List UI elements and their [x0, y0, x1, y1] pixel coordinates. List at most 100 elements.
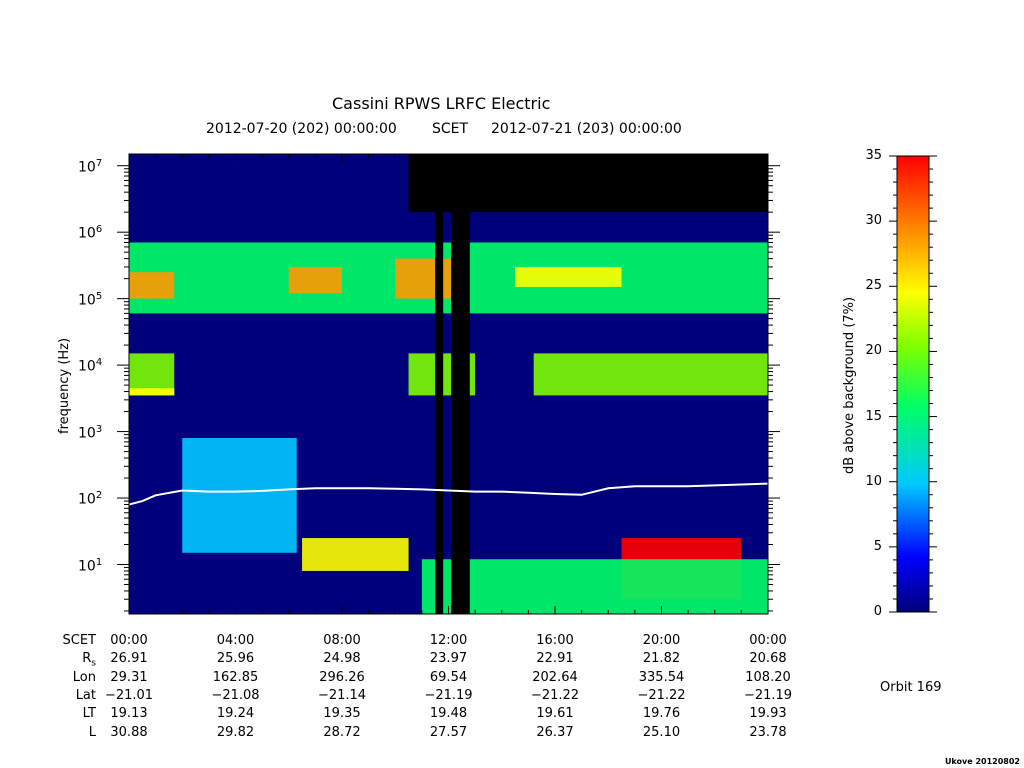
ephemeris-value: 26.91	[110, 651, 148, 667]
y-tick-exponent: 1	[95, 556, 103, 568]
y-tick-base: 10	[78, 159, 96, 176]
ephemeris-label-text: R	[82, 651, 92, 667]
data-gap-1	[435, 154, 444, 614]
ephemeris-value: 202.64	[532, 669, 578, 685]
ephemeris-value: 20.68	[749, 651, 787, 667]
y-tick-exponent: 7	[95, 157, 103, 169]
ephemeris-value: 27.57	[429, 724, 468, 740]
colorbar-tick-label: 0	[873, 604, 882, 619]
time-mid: SCET	[432, 121, 469, 137]
ephemeris-value: 25.96	[216, 651, 255, 667]
colorbar-tick-label: 35	[865, 148, 882, 163]
ephemeris-label: SCET	[56, 633, 96, 648]
y-tick-label: 105	[78, 289, 102, 309]
ephemeris-value: 25.10	[642, 724, 681, 740]
ephemeris-value: −21.19	[743, 687, 793, 703]
credit-label: Ukove 20120802	[944, 757, 1020, 766]
y-tick-label: 103	[78, 422, 102, 442]
ephemeris-value: 69.54	[429, 669, 468, 685]
data-gap-2	[451, 154, 470, 614]
ephemeris-value: 20:00	[642, 633, 681, 648]
colorbar-label: dB above background (7%)	[842, 296, 857, 474]
orbit-label: Orbit 169	[880, 680, 942, 695]
ephemeris-value: 23.97	[429, 651, 468, 667]
ephemeris-value: 162.85	[212, 669, 259, 685]
y-tick-base: 10	[78, 292, 96, 309]
ephemeris-value: 29.82	[216, 724, 255, 740]
ephemeris-value: 00:00	[749, 633, 787, 648]
ephemeris-label: L	[56, 725, 96, 740]
ephemeris-value: 24.98	[323, 651, 361, 667]
ephemeris-value: 296.26	[319, 669, 365, 685]
ephemeris-label-text: SCET	[62, 633, 96, 648]
y-tick-exponent: 5	[95, 290, 103, 302]
ephemeris-value: −21.01	[104, 687, 154, 703]
y-tick-label: 101	[78, 555, 102, 575]
y-tick-label: 102	[78, 488, 102, 508]
time-start: 2012-07-20 (202) 00:00:00	[206, 121, 397, 137]
ephemeris-value: 335.54	[638, 669, 685, 685]
ephemeris-value: 00:00	[110, 633, 148, 648]
emission-band-9	[182, 438, 297, 553]
ephemeris-value: 19.13	[110, 706, 148, 722]
ephemeris-value: −21.22	[637, 687, 686, 703]
y-tick-exponent: 6	[95, 224, 103, 236]
emission-band-4	[515, 266, 622, 287]
ephemeris-value: 26.37	[536, 724, 574, 740]
emission-band-6	[129, 388, 175, 396]
ephemeris-value: 30.88	[110, 724, 148, 740]
ephemeris-value: −21.22	[530, 687, 580, 703]
y-tick-label: 107	[78, 156, 102, 176]
ephemeris-value: 16:00	[536, 633, 574, 648]
y-axis-label: frequency (Hz)	[57, 337, 72, 434]
colorbar-tick-label: 5	[873, 538, 882, 554]
ephemeris-value: 23.78	[749, 724, 787, 740]
y-tick-exponent: 2	[95, 490, 103, 502]
emission-band-2	[288, 266, 342, 294]
y-tick-base: 10	[78, 491, 96, 508]
colorbar-tick-label: 20	[865, 343, 882, 359]
y-tick-base: 10	[78, 225, 96, 242]
ephemeris-value: 21.82	[642, 651, 681, 667]
ephemeris-value: −21.08	[211, 687, 260, 703]
colorbar	[896, 155, 930, 613]
ephemeris-label-text: Lon	[72, 669, 96, 685]
ephemeris-value: 19.61	[536, 706, 574, 722]
ephemeris-label: Lat	[56, 688, 96, 703]
ephemeris-value: 04:00	[216, 633, 255, 648]
emission-band-12	[421, 559, 768, 614]
ephemeris-value: 19.76	[642, 706, 681, 722]
plot-area	[129, 154, 768, 614]
ephemeris-value: 08:00	[323, 633, 361, 648]
emission-band-8	[533, 353, 768, 396]
ephemeris-value: 19.93	[749, 706, 787, 722]
ephemeris-label: Rs	[56, 651, 96, 669]
ephemeris-value: 19.35	[323, 706, 361, 722]
chart-title: Cassini RPWS LRFC Electric	[332, 94, 551, 113]
colorbar-tick-label: 15	[865, 408, 882, 424]
ephemeris-value: 12:00	[429, 633, 468, 648]
ephemeris-label-text: Lat	[75, 687, 96, 703]
ephemeris-value: 19.48	[429, 706, 468, 722]
y-tick-label: 104	[78, 355, 102, 375]
ephemeris-value: −21.19	[424, 687, 473, 703]
ephemeris-value: −21.14	[317, 687, 367, 703]
y-tick-exponent: 3	[95, 423, 103, 435]
time-end: 2012-07-21 (203) 00:00:00	[491, 121, 682, 137]
ephemeris-value: 28.72	[323, 724, 361, 740]
y-tick-base: 10	[78, 358, 96, 375]
ephemeris-value: 29.31	[110, 669, 148, 685]
emission-band-10	[302, 538, 409, 571]
colorbar-tick-label: 10	[865, 473, 882, 489]
y-tick-exponent: 4	[95, 357, 103, 369]
ephemeris-value: 19.24	[216, 706, 255, 722]
ephemeris-label: Lon	[56, 670, 96, 685]
colorbar-tick-label: 25	[865, 278, 882, 294]
ephemeris-value: 108.20	[745, 669, 791, 685]
emission-band-1	[129, 272, 175, 299]
y-tick-label: 106	[78, 222, 102, 242]
ephemeris-value: 22.91	[536, 651, 574, 667]
colorbar-tick-label: 30	[865, 213, 882, 229]
y-tick-base: 10	[78, 425, 96, 442]
ephemeris-label: LT	[56, 706, 96, 721]
